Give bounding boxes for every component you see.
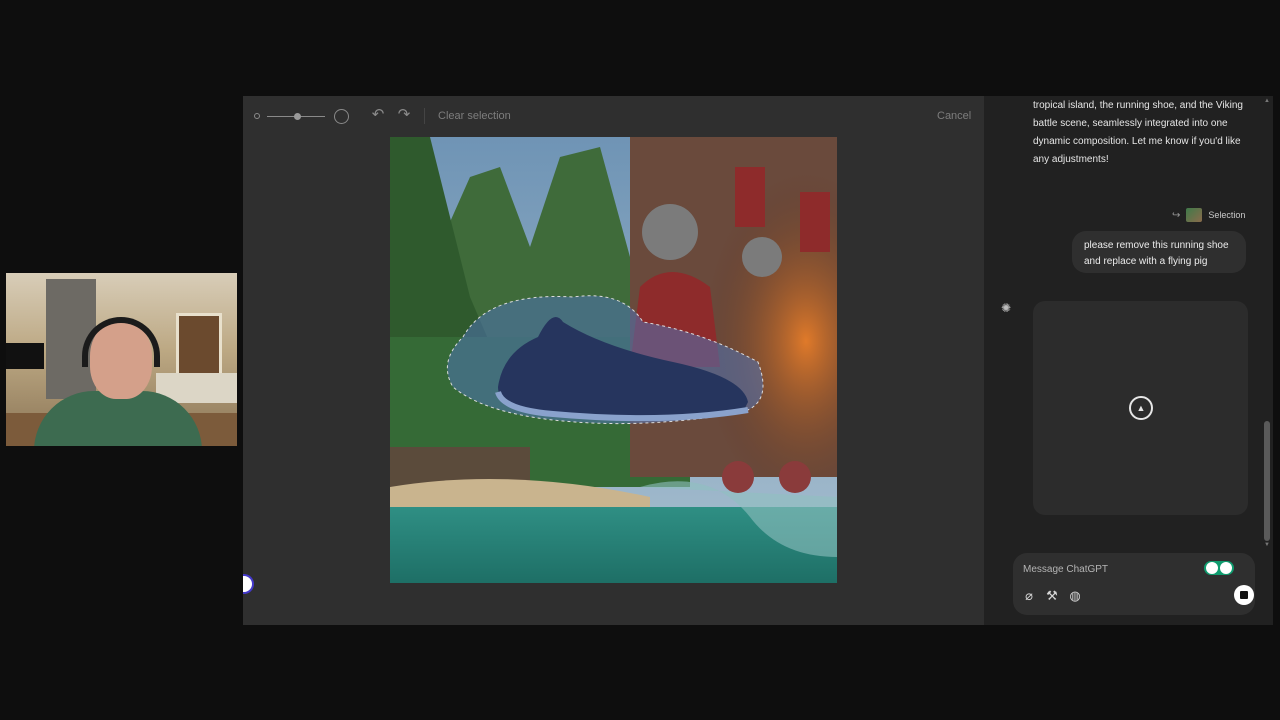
presenter-webcam bbox=[6, 273, 237, 446]
panel-resize-handle[interactable] bbox=[243, 574, 254, 594]
paperclip-icon[interactable]: ⌀ bbox=[1022, 589, 1036, 603]
loading-image-icon: ▲ bbox=[1129, 396, 1153, 420]
brush-large-icon bbox=[334, 109, 349, 124]
globe-icon[interactable]: ◍ bbox=[1068, 589, 1082, 603]
redo-icon[interactable]: ↷ bbox=[396, 107, 412, 123]
reply-arrow-icon: ↪ bbox=[1172, 209, 1181, 221]
undo-icon[interactable]: ↶ bbox=[370, 107, 386, 123]
webcam-background-piano bbox=[6, 343, 44, 369]
chatgpt-logo-icon: ✺ bbox=[1001, 301, 1012, 315]
user-message: please remove this running shoe and repl… bbox=[1072, 231, 1246, 273]
selection-label: Selection bbox=[1208, 210, 1246, 220]
webcam-background-door bbox=[176, 313, 222, 379]
message-composer: ⌀ ⚒ ◍ bbox=[1013, 553, 1255, 615]
chat-scrollbar[interactable] bbox=[1264, 421, 1270, 541]
clear-selection-button[interactable]: Clear selection bbox=[438, 110, 511, 122]
brush-size-slider-thumb[interactable] bbox=[294, 113, 301, 120]
selection-mask[interactable] bbox=[443, 292, 768, 427]
chat-panel: tropical island, the running shoe, and t… bbox=[984, 96, 1273, 625]
selection-thumbnail bbox=[1186, 208, 1203, 222]
message-input[interactable] bbox=[1023, 561, 1193, 577]
assistant-message: tropical island, the running shoe, and t… bbox=[1033, 100, 1243, 165]
toolbar-divider bbox=[424, 108, 425, 124]
scroll-up-icon[interactable]: ▲ bbox=[1264, 98, 1270, 104]
image-editor-panel: ↶ ↷ Clear selection Cancel bbox=[243, 96, 984, 625]
edited-image[interactable] bbox=[390, 137, 837, 583]
cancel-button[interactable]: Cancel bbox=[937, 110, 971, 122]
grammarly-icon[interactable] bbox=[1204, 561, 1234, 575]
image-generating-placeholder: ▲ bbox=[1033, 301, 1248, 515]
stop-icon bbox=[1240, 591, 1248, 599]
stop-generating-button[interactable] bbox=[1234, 585, 1254, 605]
selection-attachment[interactable]: ↪ Selection bbox=[1172, 207, 1245, 223]
scroll-down-icon[interactable]: ▼ bbox=[1264, 542, 1270, 548]
brush-small-icon bbox=[254, 113, 260, 119]
editor-toolbar: ↶ ↷ Clear selection Cancel bbox=[243, 96, 984, 136]
tools-icon[interactable]: ⚒ bbox=[1045, 589, 1059, 603]
